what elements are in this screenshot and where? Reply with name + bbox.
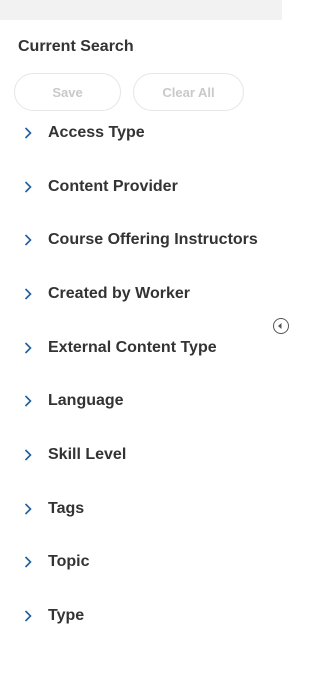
facet-content-provider[interactable]: Content Provider: [0, 160, 282, 214]
facet-topic[interactable]: Topic: [0, 536, 282, 590]
facet-label: External Content Type: [48, 338, 217, 356]
facet-external-content-type[interactable]: External Content Type: [0, 321, 282, 375]
facet-created-by-worker[interactable]: Created by Worker: [0, 267, 282, 321]
chevron-right-icon: [22, 503, 34, 515]
chevron-right-icon: [22, 395, 34, 407]
facet-list: Access Type Content Provider Course Offe…: [0, 106, 282, 643]
chevron-right-icon: [22, 180, 34, 193]
facet-language[interactable]: Language: [0, 374, 282, 428]
top-bar: [0, 0, 282, 20]
chevron-right-icon: [22, 610, 34, 622]
facet-label: Topic: [48, 553, 90, 571]
facet-access-type[interactable]: Access Type: [0, 106, 282, 160]
facet-label: Created by Worker: [48, 284, 190, 302]
chevron-right-icon: [22, 234, 34, 246]
facet-label: Language: [48, 392, 124, 410]
facet-course-offering-instructors[interactable]: Course Offering Instructors: [0, 213, 282, 267]
facet-label: Course Offering Instructors: [48, 231, 258, 249]
collapse-arrow-icon: [278, 323, 282, 329]
chevron-right-icon: [22, 288, 34, 300]
chevron-right-icon: [22, 342, 34, 354]
facet-tags[interactable]: Tags: [0, 482, 282, 536]
chevron-right-icon: [22, 449, 34, 461]
facet-label: Tags: [48, 499, 85, 517]
facet-skill-level[interactable]: Skill Level: [0, 428, 282, 482]
chevron-right-icon: [22, 556, 34, 568]
facet-label: Type: [48, 607, 85, 625]
chevron-right-icon: [22, 127, 34, 139]
facet-label: Access Type: [48, 123, 145, 141]
facet-label: Content Provider: [48, 177, 178, 195]
panel-title: Current Search: [18, 38, 134, 55]
facet-label: Skill Level: [48, 445, 127, 463]
facet-type[interactable]: Type: [0, 589, 282, 643]
collapse-panel-button[interactable]: [273, 318, 289, 334]
